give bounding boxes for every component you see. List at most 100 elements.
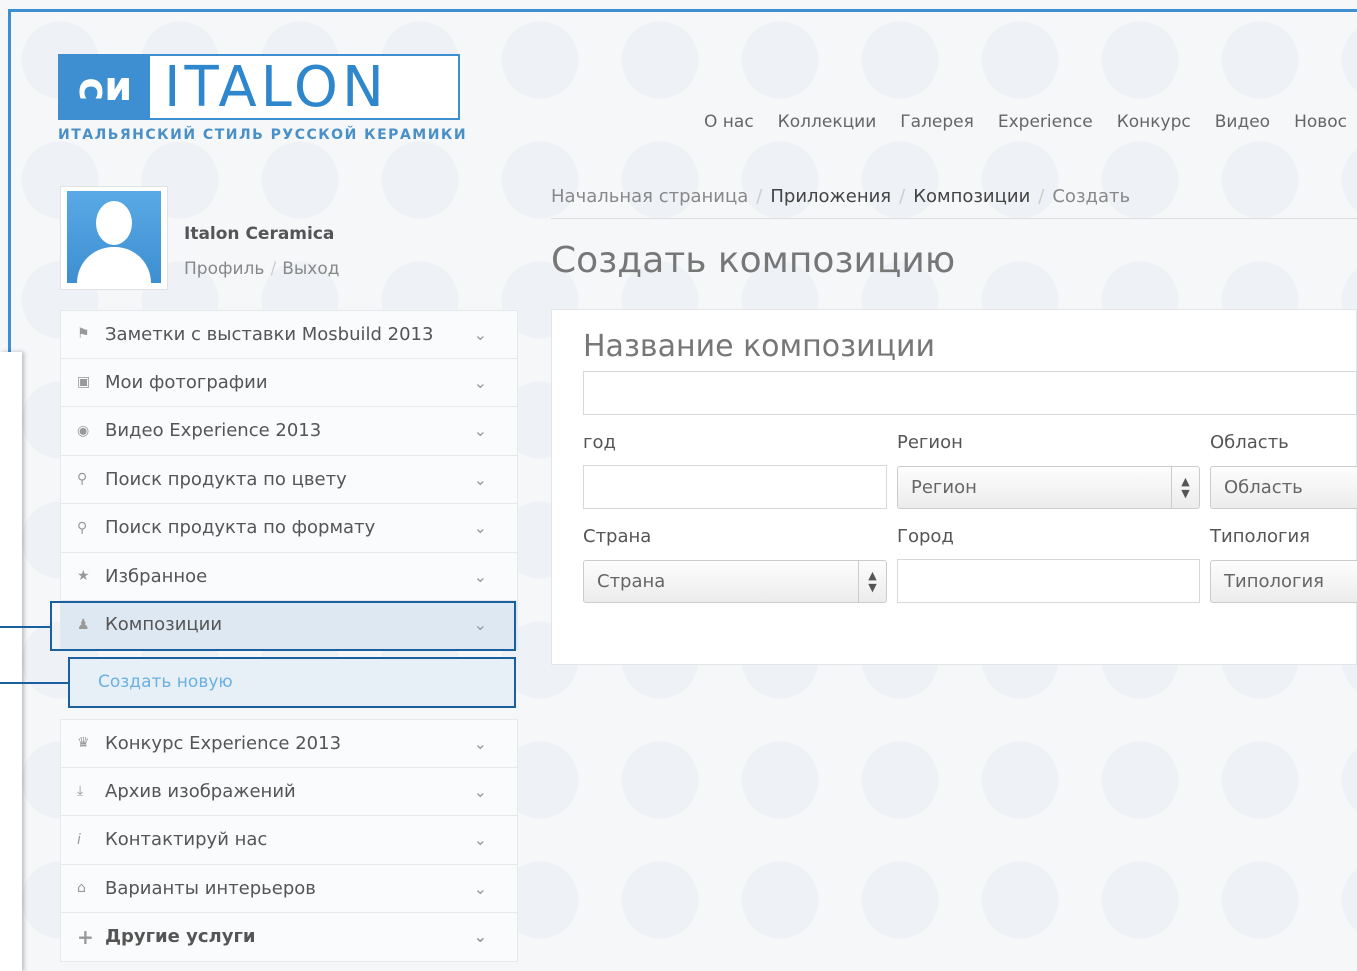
area-label: Область	[1210, 432, 1289, 453]
nav-collections[interactable]: Коллекции	[778, 112, 877, 132]
sidebar-item-my-photos[interactable]: ▣ Мои фотографии ⌄	[60, 358, 518, 407]
chevron-down-icon: ⌄	[473, 878, 487, 898]
breadcrumb-compositions[interactable]: Композиции	[913, 186, 1030, 207]
sidebar-item-label: Варианты интерьеров	[105, 877, 316, 899]
logout-link[interactable]: Выход	[282, 259, 339, 279]
callout-line-compositions	[0, 626, 50, 628]
frame-border-left	[8, 9, 11, 359]
highlight-create-new	[68, 657, 516, 708]
chevron-down-icon: ⌄	[473, 518, 487, 537]
typology-label: Типология	[1210, 526, 1310, 547]
sidebar-item-image-archive[interactable]: ⤓ Архив изображений ⌄	[60, 767, 518, 816]
typology-select[interactable]: Типология	[1210, 560, 1357, 603]
sidebar-item-other-services[interactable]: + Другие услуги ⌄	[60, 913, 518, 962]
country-select[interactable]: Страна ▲ ▼	[583, 560, 887, 603]
nav-video[interactable]: Видео	[1215, 112, 1270, 132]
city-input[interactable]	[897, 559, 1200, 603]
breadcrumb-separator: /	[756, 186, 763, 207]
sidebar-item-search-by-format[interactable]: ⚲ Поиск продукта по формату ⌄	[60, 504, 518, 553]
sidebar-item-label: Контактируй нас	[105, 829, 268, 851]
info-icon: i	[77, 831, 81, 848]
chevron-down-icon: ⌄	[473, 469, 487, 489]
composition-name-label: Название композиции	[583, 329, 936, 364]
trophy-icon: ♛	[77, 735, 90, 752]
chevron-down-icon: ⌄	[473, 734, 487, 753]
breadcrumb-apps[interactable]: Приложения	[770, 186, 891, 207]
sidebar-item-favorites[interactable]: ★ Избранное ⌄	[60, 552, 518, 601]
user-links-separator: /	[270, 259, 277, 279]
page-title: Создать композицию	[551, 240, 956, 281]
chevron-down-icon: ⌄	[473, 781, 487, 801]
nav-about[interactable]: О нас	[704, 112, 754, 132]
play-icon: ◉	[77, 422, 90, 439]
sidebar-item-label: Избранное	[105, 565, 208, 587]
logo-tagline: ИТАЛЬЯНСКИЙ СТИЛЬ РУССКОЙ КЕРАМИКИ	[58, 127, 468, 143]
frame-border-top	[8, 9, 1357, 12]
country-label: Страна	[583, 526, 652, 547]
nav-experience[interactable]: Experience	[998, 112, 1093, 132]
top-navigation: О нас Коллекции Галерея Experience Конку…	[704, 112, 1347, 132]
logo-text: ITALON	[164, 55, 388, 120]
star-icon: ★	[77, 568, 90, 585]
year-input[interactable]	[583, 465, 887, 509]
chevron-down-icon: ⌄	[473, 566, 487, 586]
nav-gallery[interactable]: Галерея	[900, 112, 974, 132]
chevron-down-icon: ⌄	[473, 325, 487, 344]
home-icon: ⌂	[77, 880, 86, 897]
nav-contest[interactable]: Конкурс	[1117, 112, 1191, 132]
sidebar-item-label: Мои фотографии	[105, 371, 268, 393]
sidebar-item-label: Другие услуги	[105, 926, 256, 948]
sidebar-item-video-experience[interactable]: ◉ Видео Experience 2013 ⌄	[60, 407, 518, 456]
breadcrumb-divider	[551, 218, 1357, 219]
search-icon: ⚲	[77, 519, 88, 536]
avatar[interactable]	[60, 186, 168, 290]
sidebar-item-label: Архив изображений	[105, 780, 296, 802]
chevron-down-icon: ⌄	[473, 830, 487, 849]
search-icon: ⚲	[77, 471, 88, 488]
profile-link[interactable]: Профиль	[184, 259, 264, 279]
flag-icon: ⚑	[77, 326, 90, 343]
composition-name-input[interactable]	[583, 371, 1357, 415]
sidebar-item-label: Конкурс Experience 2013	[105, 732, 342, 754]
typology-select-value: Типология	[1224, 571, 1324, 592]
chevron-down-icon: ⌄	[473, 927, 487, 946]
select-arrows-icon: ▲ ▼	[858, 561, 886, 602]
breadcrumb-separator: /	[1038, 186, 1045, 207]
area-select[interactable]: Область	[1210, 466, 1357, 509]
select-arrows-icon: ▲ ▼	[1171, 467, 1199, 508]
breadcrumb: Начальная страница / Приложения / Композиции…	[551, 186, 1130, 207]
callout-line-create-new	[0, 682, 68, 684]
image-icon: ▣	[77, 374, 91, 391]
callout-panel	[0, 352, 22, 971]
sidebar-menu-secondary: ♛ Конкурс Experience 2013 ⌄ ⤓ Архив изоб…	[60, 719, 518, 962]
chevron-down-icon: ⌄	[473, 421, 487, 440]
country-select-value: Страна	[597, 571, 666, 592]
region-select-value: Регион	[911, 477, 977, 498]
area-select-value: Область	[1224, 477, 1303, 498]
region-label: Регион	[897, 432, 963, 453]
nav-news[interactable]: Новос	[1294, 112, 1347, 132]
sidebar-menu: ⚑ Заметки с выставки Mosbuild 2013 ⌄ ▣ М…	[60, 310, 518, 650]
highlight-compositions	[50, 601, 516, 651]
chevron-down-icon: ⌄	[473, 372, 487, 392]
sidebar-item-label: Видео Experience 2013	[105, 420, 322, 442]
sidebar-item-contest-experience[interactable]: ♛ Конкурс Experience 2013 ⌄	[60, 719, 518, 768]
city-label: Город	[897, 526, 954, 547]
sidebar-item-mosbuild-notes[interactable]: ⚑ Заметки с выставки Mosbuild 2013 ⌄	[60, 310, 518, 359]
user-silhouette-icon	[67, 191, 161, 283]
sidebar-item-interior-variants[interactable]: ⌂ Варианты интерьеров ⌄	[60, 864, 518, 913]
region-select[interactable]: Регион ▲ ▼	[897, 466, 1200, 509]
sidebar-item-search-by-color[interactable]: ⚲ Поиск продукта по цвету ⌄	[60, 455, 518, 504]
sidebar-item-contact-us[interactable]: i Контактируй нас ⌄	[60, 816, 518, 865]
breadcrumb-home[interactable]: Начальная страница	[551, 186, 748, 207]
year-label: год	[583, 432, 616, 453]
sidebar-item-label: Поиск продукта по формату	[105, 517, 376, 539]
plus-icon: +	[77, 924, 94, 949]
breadcrumb-separator: /	[899, 186, 906, 207]
italon-logo[interactable]: ᴒᴎ ITALON	[58, 54, 460, 120]
download-icon: ⤓	[77, 783, 84, 800]
logo-mark-icon: ᴒᴎ	[60, 56, 150, 118]
user-links: Профиль / Выход	[184, 259, 340, 279]
sidebar-item-label: Заметки с выставки Mosbuild 2013	[105, 323, 434, 345]
user-name: Italon Ceramica	[184, 224, 335, 244]
